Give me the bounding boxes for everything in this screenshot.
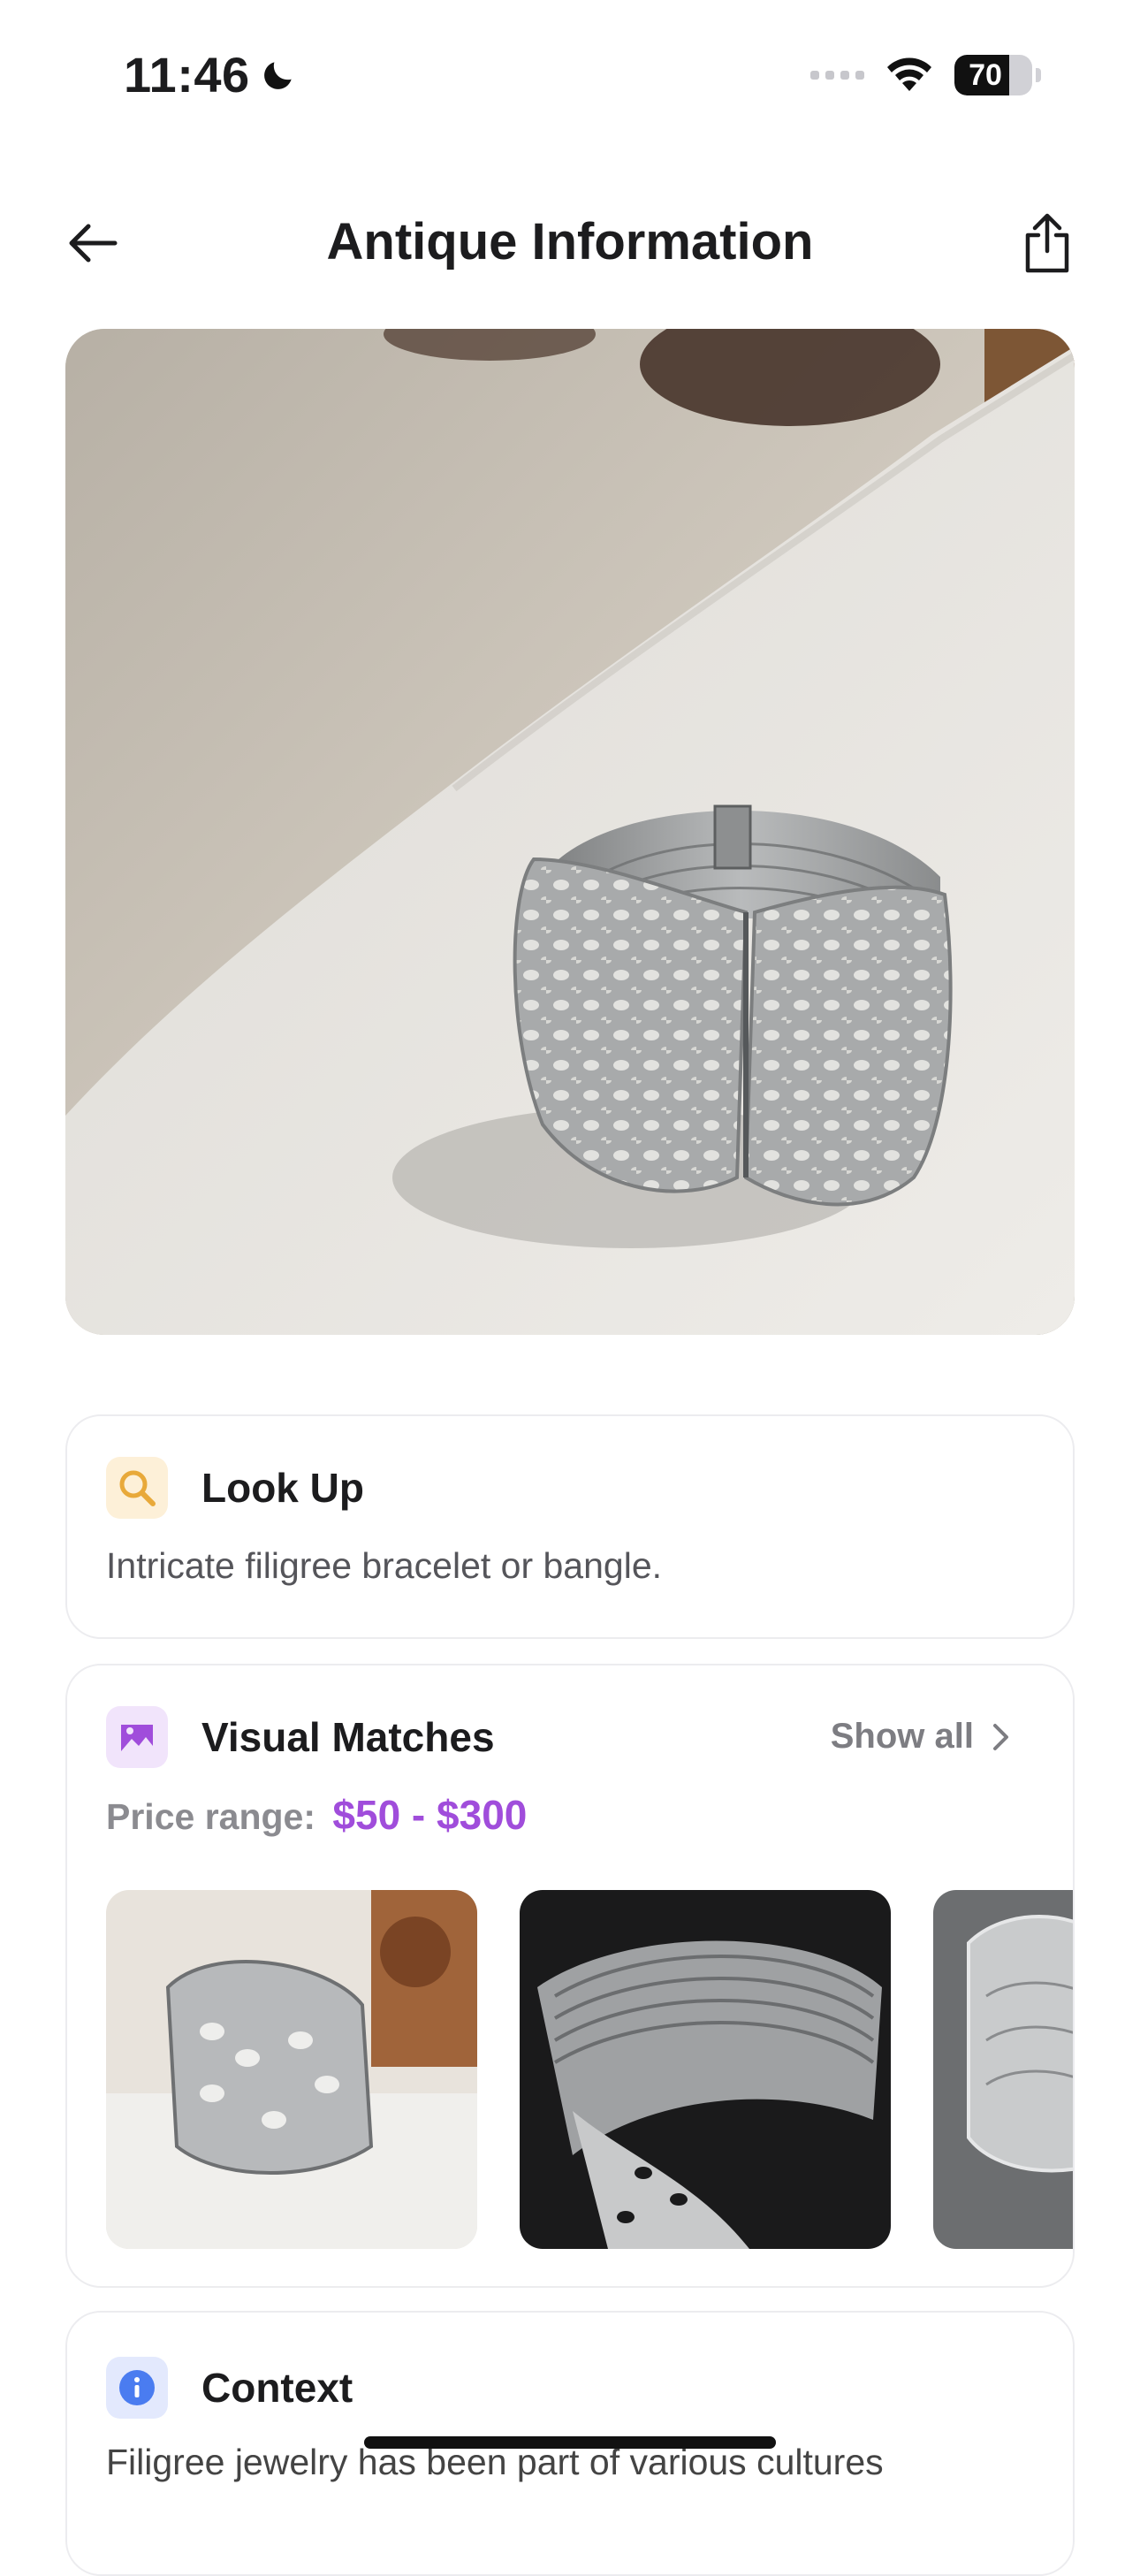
look-up-title: Look Up [201, 1465, 364, 1511]
look-up-header: Look Up [106, 1457, 364, 1519]
wifi-icon [887, 57, 931, 91]
look-up-description: Intricate filigree bracelet or bangle. [106, 1545, 663, 1586]
bracelet-photo-image [65, 329, 1075, 1335]
show-all-button[interactable]: Show all [831, 1717, 1011, 1757]
visual-matches-badge [106, 1706, 168, 1768]
visual-match-thumbnail-1[interactable] [106, 1890, 477, 2249]
status-time: 11:46 [124, 46, 298, 103]
page-title: Antique Information [326, 213, 814, 271]
visual-matches-title: Visual Matches [201, 1714, 495, 1760]
look-up-badge [106, 1457, 168, 1519]
look-up-card: Look Up Intricate filigree bracelet or b… [65, 1414, 1075, 1639]
status-bar: 11:46 70 [0, 0, 1140, 159]
visual-matches-card: Visual Matches Show all Price range: $50… [65, 1664, 1075, 2288]
visual-match-thumbnail-3[interactable] [933, 1890, 1073, 2249]
antique-photo [65, 329, 1075, 1335]
visual-matches-header: Visual Matches [106, 1706, 495, 1768]
price-range: Price range: $50 - $300 [106, 1791, 527, 1839]
visual-matches-carousel[interactable] [106, 1890, 1073, 2251]
context-badge [106, 2357, 168, 2419]
search-icon [119, 1470, 156, 1506]
gallery-icon [121, 1721, 153, 1751]
context-header: Context [106, 2357, 353, 2419]
context-title: Context [201, 2365, 353, 2411]
visual-match-thumbnail-2[interactable] [520, 1890, 891, 2249]
navigation-bar: Antique Information [0, 186, 1140, 301]
chevron-right-icon [993, 1723, 1008, 1750]
status-indicators: 70 [810, 55, 1041, 95]
show-all-label: Show all [830, 1717, 974, 1756]
share-icon [1025, 213, 1069, 273]
info-icon [119, 2370, 155, 2405]
moon-icon [263, 61, 292, 89]
time-text: 11:46 [124, 47, 250, 103]
battery-tip [1036, 68, 1041, 82]
home-indicator [364, 2436, 776, 2449]
cellular-signal-icon [810, 71, 864, 80]
share-button[interactable] [1016, 209, 1078, 278]
battery-level: 70 [969, 57, 1002, 92]
battery-icon: 70 [954, 55, 1032, 95]
price-range-value: $50 - $300 [332, 1792, 528, 1838]
price-range-label: Price range: [106, 1796, 315, 1837]
